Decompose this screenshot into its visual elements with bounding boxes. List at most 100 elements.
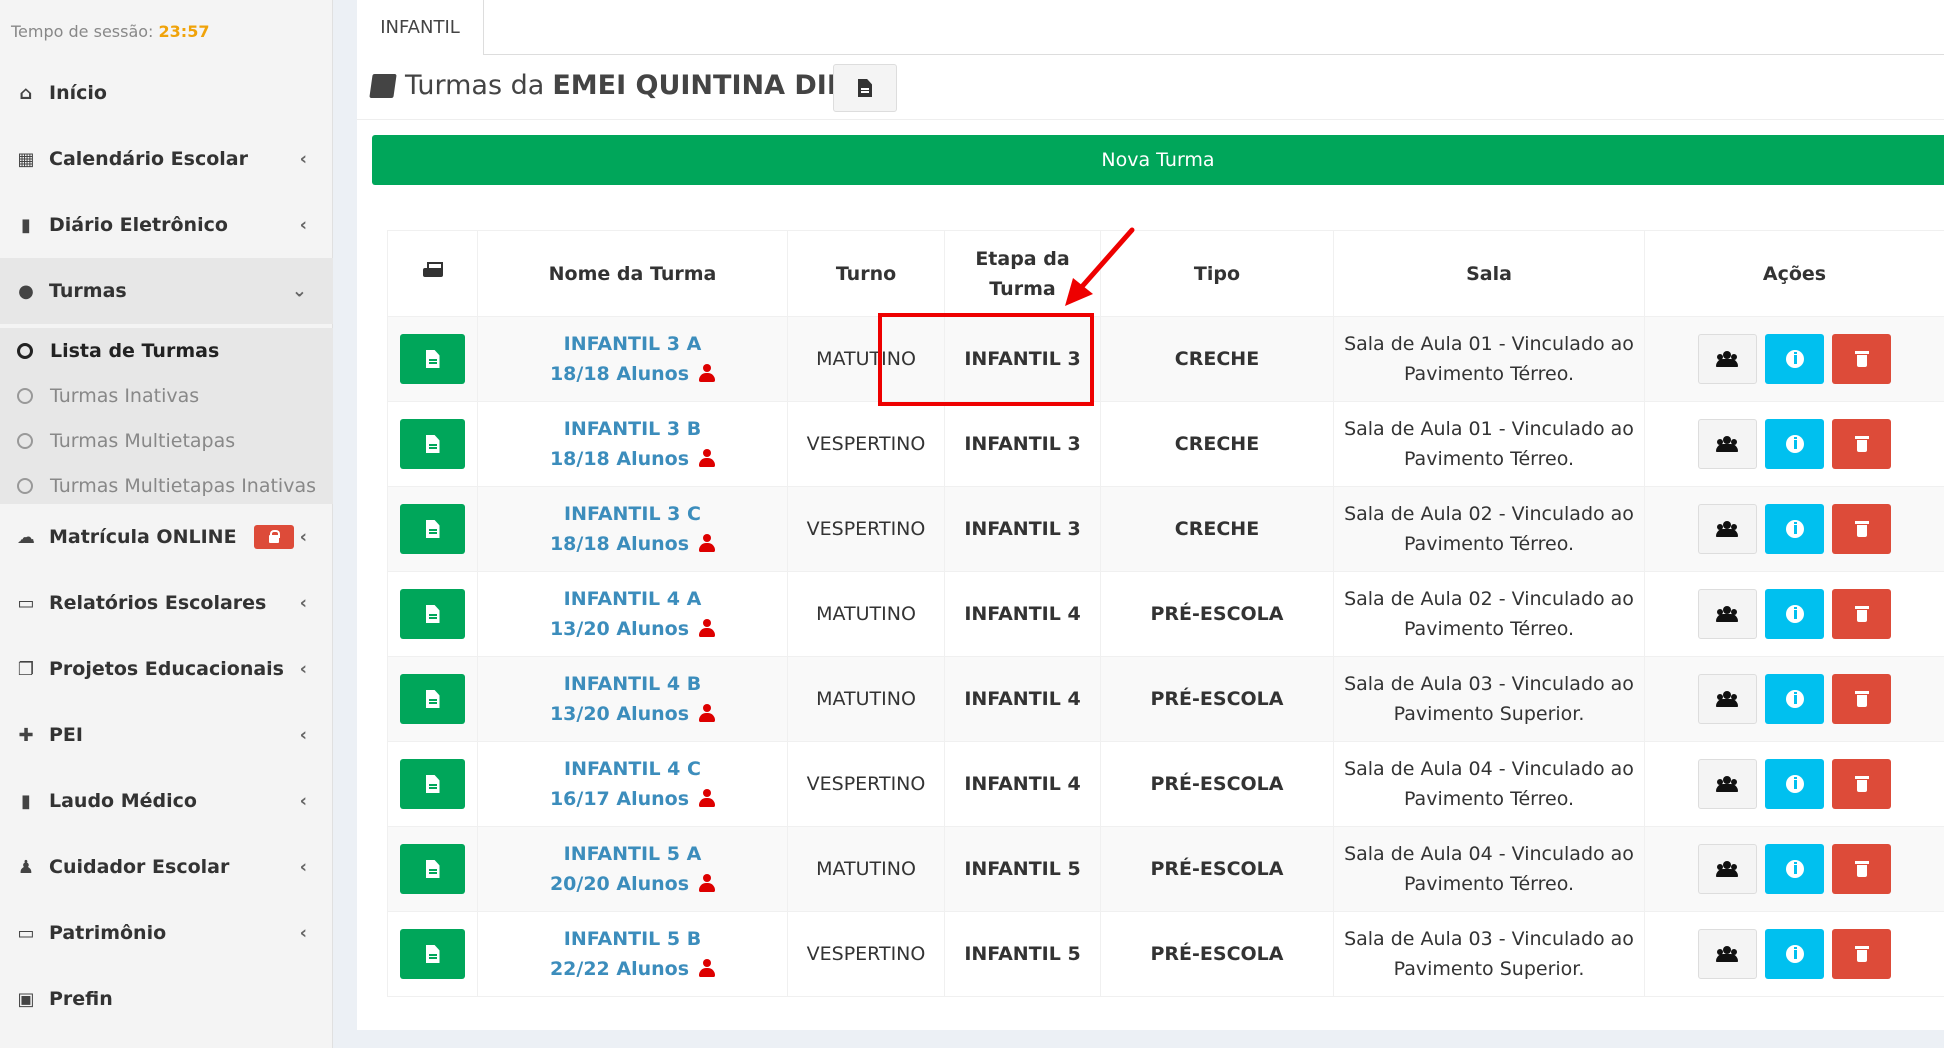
- turma-name-link[interactable]: INFANTIL 5 A: [478, 839, 787, 869]
- pdf-cell: [387, 826, 478, 912]
- turma-name-link[interactable]: INFANTIL 3 A: [478, 329, 787, 359]
- info-button[interactable]: [1765, 589, 1824, 639]
- nome-cell: INFANTIL 4 A 13/20 Alunos: [477, 571, 788, 657]
- sidebar-item-diario[interactable]: ▮ Diário Eletrônico ‹: [0, 192, 333, 258]
- sidebar-item-inicio[interactable]: ⌂ Início: [0, 60, 333, 126]
- turma-pdf-button[interactable]: [400, 504, 465, 554]
- turma-pdf-button[interactable]: [400, 334, 465, 384]
- pdf-cell: [387, 656, 478, 742]
- sidebar-item-relatorios[interactable]: ▭ Relatórios Escolares ‹: [0, 570, 333, 636]
- sala-cell: Sala de Aula 02 - Vinculado ao Pavimento…: [1333, 486, 1645, 572]
- chevron-left-icon: ‹: [299, 922, 307, 944]
- alunos-button[interactable]: [1697, 844, 1757, 894]
- turma-name-link[interactable]: INFANTIL 4 C: [478, 754, 787, 784]
- header-print[interactable]: [387, 230, 478, 317]
- laptop-icon: ▭: [17, 922, 35, 944]
- school-report-button[interactable]: [833, 64, 897, 112]
- turma-alunos-link[interactable]: 18/18 Alunos: [478, 359, 787, 389]
- delete-button[interactable]: [1832, 504, 1892, 554]
- turma-pdf-button[interactable]: [400, 419, 465, 469]
- turma-alunos-link[interactable]: 16/17 Alunos: [478, 784, 787, 814]
- sidebar-item-turmas[interactable]: ● Turmas ⌄: [0, 258, 333, 324]
- turma-alunos-link[interactable]: 13/20 Alunos: [478, 614, 787, 644]
- info-icon: [1785, 690, 1804, 708]
- table-row: INFANTIL 4 C 16/17 Alunos VESPERTINO INF…: [387, 741, 1944, 827]
- turma-pdf-button[interactable]: [400, 759, 465, 809]
- alunos-button[interactable]: [1697, 589, 1757, 639]
- turma-name-link[interactable]: INFANTIL 3 B: [478, 414, 787, 444]
- table-row: INFANTIL 4 B 13/20 Alunos MATUTINO INFAN…: [387, 656, 1944, 742]
- delete-button[interactable]: [1832, 589, 1892, 639]
- info-button[interactable]: [1765, 419, 1824, 469]
- sidebar-item-prefin[interactable]: ▣ Prefin: [0, 966, 333, 1032]
- sala-cell: Sala de Aula 01 - Vinculado ao Pavimento…: [1333, 316, 1645, 402]
- turma-pdf-button[interactable]: [400, 929, 465, 979]
- turma-alunos-link[interactable]: 20/20 Alunos: [478, 869, 787, 899]
- file-text-icon: [425, 350, 440, 368]
- delete-button[interactable]: [1832, 334, 1892, 384]
- table-row: INFANTIL 5 A 20/20 Alunos MATUTINO INFAN…: [387, 826, 1944, 912]
- trash-icon: [1854, 436, 1869, 452]
- sidebar-item-projetos[interactable]: ❐ Projetos Educacionais ‹: [0, 636, 333, 702]
- turno-cell: VESPERTINO: [787, 911, 945, 997]
- info-button[interactable]: [1765, 929, 1824, 979]
- user-icon: [699, 364, 716, 382]
- sidebar-item-patrimonio[interactable]: ▭ Patrimônio ‹: [0, 900, 333, 966]
- info-button[interactable]: [1765, 504, 1824, 554]
- tab-infantil[interactable]: INFANTIL: [357, 0, 484, 55]
- sidebar-item-matricula-online[interactable]: ☁ Matrícula ONLINE ‹: [0, 504, 333, 570]
- chevron-left-icon: ‹: [299, 790, 307, 812]
- turma-alunos-link[interactable]: 18/18 Alunos: [478, 444, 787, 474]
- alunos-button[interactable]: [1697, 419, 1757, 469]
- sala-cell: Sala de Aula 03 - Vinculado ao Pavimento…: [1333, 911, 1645, 997]
- delete-button[interactable]: [1832, 929, 1892, 979]
- nova-turma-button[interactable]: Nova Turma: [372, 135, 1944, 185]
- turma-alunos-link[interactable]: 18/18 Alunos: [478, 529, 787, 559]
- submenu-turmas-inativas[interactable]: Turmas Inativas: [17, 381, 199, 411]
- alunos-button[interactable]: [1697, 334, 1757, 384]
- info-button[interactable]: [1765, 674, 1824, 724]
- file-icon: ▮: [21, 790, 31, 812]
- info-icon: [1785, 860, 1804, 878]
- alunos-button[interactable]: [1697, 674, 1757, 724]
- sidebar-item-laudo-medico[interactable]: ▮ Laudo Médico ‹: [0, 768, 333, 834]
- submenu-lista-de-turmas[interactable]: Lista de Turmas: [17, 336, 219, 366]
- turma-name-link[interactable]: INFANTIL 4 B: [478, 669, 787, 699]
- info-button[interactable]: [1765, 334, 1824, 384]
- circle-icon: [17, 478, 33, 494]
- turma-name-link[interactable]: INFANTIL 3 C: [478, 499, 787, 529]
- header-turno: Turno: [787, 230, 945, 317]
- turma-name-link[interactable]: INFANTIL 5 B: [478, 924, 787, 954]
- delete-button[interactable]: [1832, 759, 1892, 809]
- info-icon: [1785, 775, 1804, 793]
- lock-icon: [253, 525, 294, 549]
- file-text-icon: [858, 79, 872, 97]
- submenu-turmas-multietapas[interactable]: Turmas Multietapas: [17, 426, 235, 456]
- folder-open-icon: ▭: [17, 592, 35, 614]
- turma-alunos-link[interactable]: 13/20 Alunos: [478, 699, 787, 729]
- alunos-button[interactable]: [1697, 504, 1757, 554]
- delete-button[interactable]: [1832, 674, 1892, 724]
- turma-pdf-button[interactable]: [400, 844, 465, 894]
- turma-alunos-link[interactable]: 22/22 Alunos: [478, 954, 787, 984]
- user-icon: [699, 449, 716, 467]
- delete-button[interactable]: [1832, 419, 1892, 469]
- alunos-button[interactable]: [1697, 929, 1757, 979]
- sidebar-item-pei[interactable]: ✚ PEI ‹: [0, 702, 333, 768]
- info-icon: [1785, 435, 1804, 453]
- file-text-icon: [425, 775, 440, 793]
- turma-pdf-button[interactable]: [400, 674, 465, 724]
- info-button[interactable]: [1765, 844, 1824, 894]
- turma-name-link[interactable]: INFANTIL 4 A: [478, 584, 787, 614]
- trash-icon: [1854, 861, 1869, 877]
- info-button[interactable]: [1765, 759, 1824, 809]
- sidebar-item-calendario[interactable]: ▦ Calendário Escolar ‹: [0, 126, 333, 192]
- acoes-cell: [1644, 316, 1944, 402]
- sala-cell: Sala de Aula 04 - Vinculado ao Pavimento…: [1333, 826, 1645, 912]
- sidebar-item-cuidador[interactable]: ♟ Cuidador Escolar ‹: [0, 834, 333, 900]
- delete-button[interactable]: [1832, 844, 1892, 894]
- submenu-turmas-multietapas-inativas[interactable]: Turmas Multietapas Inativas: [17, 471, 316, 501]
- alunos-button[interactable]: [1697, 759, 1757, 809]
- turma-pdf-button[interactable]: [400, 589, 465, 639]
- pdf-cell: [387, 316, 478, 402]
